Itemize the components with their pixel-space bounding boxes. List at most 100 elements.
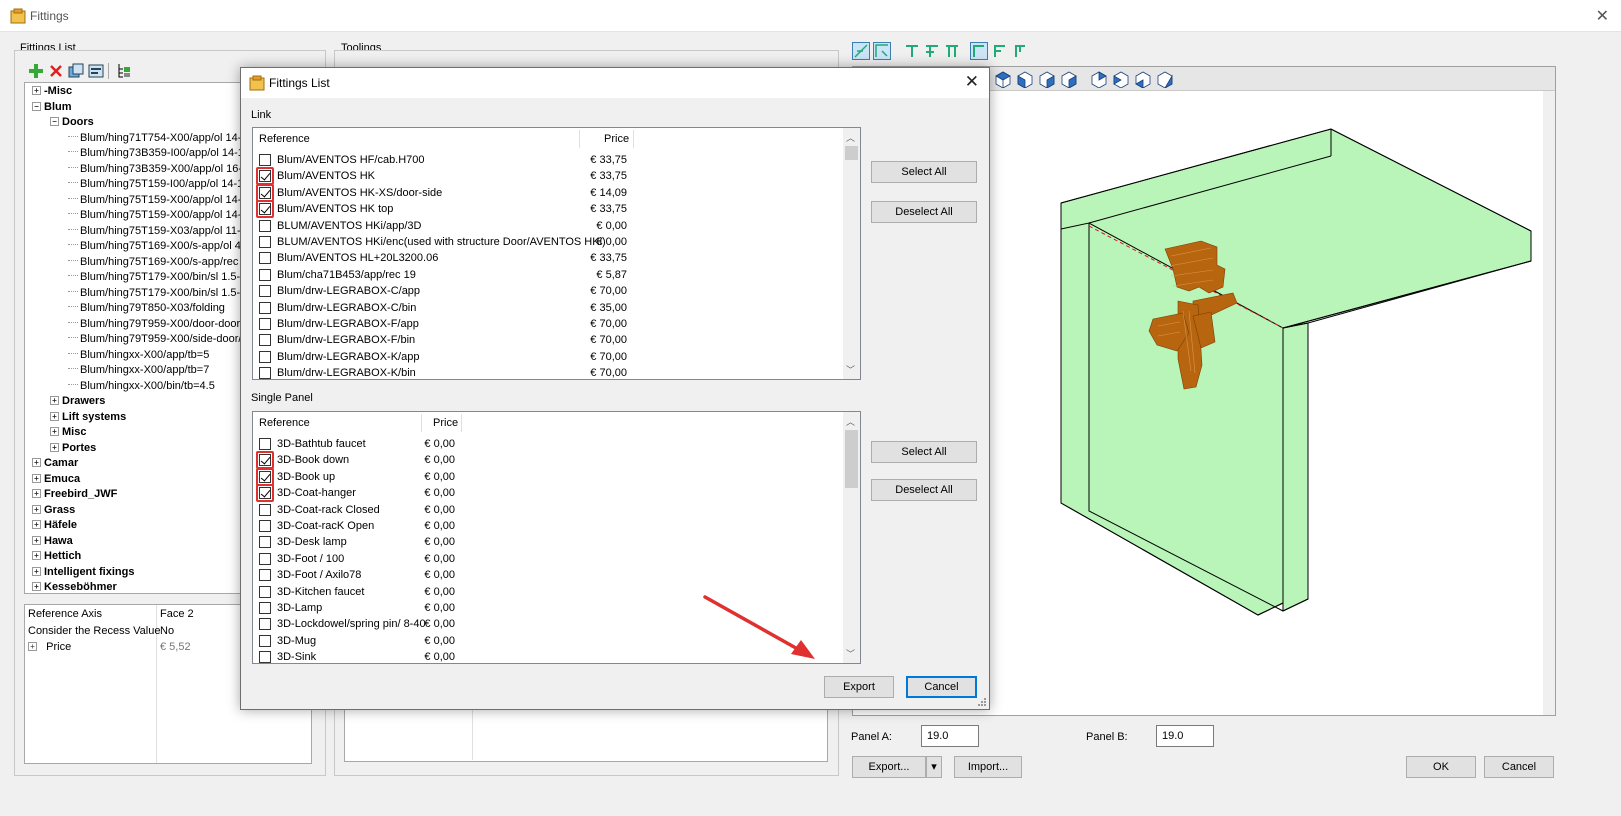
tree-node[interactable]: Blum/hing75T179-X00/bin/sl 1.5-3 [68,269,246,285]
expand-icon[interactable]: + [32,520,41,529]
tree-node[interactable]: + Misc [50,424,86,440]
list-item[interactable]: Blum/cha71B453/app/rec 19 € 5,87 [253,267,843,283]
tree-node[interactable]: + Camar [32,455,78,471]
list-item[interactable]: Blum/AVENTOS HK € 33,75 [253,168,843,184]
single-list-scrollbar[interactable]: ︿ ﹀ [843,412,860,663]
fitting-mode-a-icon[interactable] [852,42,870,60]
single-col-reference[interactable]: Reference [259,412,310,434]
list-item-checkbox[interactable] [259,585,271,598]
panel-a-input[interactable]: 19.0 [921,725,979,747]
expand-icon[interactable]: + [50,396,59,405]
list-item[interactable]: Blum/AVENTOS HK top € 33,75 [253,201,843,217]
list-item-checkbox[interactable] [259,438,271,450]
list-item-checkbox[interactable] [259,252,271,265]
link-list[interactable]: Reference Price ︿ ﹀ Blum/AVENTOS HF/cab.… [252,127,861,380]
joint-l2-icon[interactable] [992,43,1008,59]
expand-icon[interactable]: + [32,489,41,498]
expand-icon[interactable]: + [32,86,41,95]
expand-icon[interactable]: + [32,535,41,545]
window-close-icon[interactable]: ✕ [1596,6,1609,26]
tree-node[interactable]: + Hawa [32,533,73,549]
list-item[interactable]: 3D-Desk lamp € 0,00 [253,534,843,550]
list-item[interactable]: Blum/drw-LEGRABOX-K/app € 70,00 [253,349,843,365]
list-item-checkbox[interactable] [259,618,271,631]
tree-node[interactable]: Blum/hing75T159-X00/app/ol 14-1 [68,192,248,208]
expand-icon[interactable]: + [50,427,59,436]
main-import-button[interactable]: Import... [954,756,1022,778]
tree-node[interactable]: + Drawers [50,393,105,409]
tree-node[interactable]: Blum/hing75T169-X00/s-app/ol 4. [68,238,244,254]
main-cancel-button[interactable]: Cancel [1484,756,1554,778]
tree-node[interactable]: Blum/hing75T159-X00/app/ol 14-1 [68,207,248,223]
collapse-icon[interactable]: − [32,101,41,111]
joint-t2-icon[interactable] [924,43,940,59]
joint-l-icon[interactable] [970,42,988,60]
link-deselect-all-button[interactable]: Deselect All [871,201,977,223]
list-item-checkbox[interactable] [259,301,271,314]
dialog-close-icon[interactable]: ✕ [965,72,979,92]
single-col-price[interactable]: Price [433,412,458,434]
property-value[interactable]: Face 2 [160,606,194,622]
list-item-checkbox[interactable] [259,350,271,363]
fitting-mode-b-icon[interactable] [873,42,891,60]
tree-node[interactable]: + Hettich [32,548,81,564]
add-icon[interactable] [28,63,44,79]
list-item-checkbox[interactable] [259,219,271,232]
list-item-checkbox[interactable] [259,367,271,379]
list-item-checkbox[interactable] [259,520,271,532]
tree-node[interactable]: − Doors [50,114,94,130]
link-col-price[interactable]: Price [604,128,629,150]
expand-icon[interactable]: + [32,582,41,591]
list-item-checkbox[interactable] [259,268,271,281]
expand-icon[interactable]: + [32,551,41,560]
list-item-checkbox[interactable] [259,503,271,516]
list-item[interactable]: Blum/AVENTOS HK-XS/door-side € 14,09 [253,185,843,201]
list-item[interactable]: Blum/AVENTOS HF/cab.H700 € 33,75 [253,152,843,168]
expand-icon[interactable]: + [50,442,59,452]
single-deselect-all-button[interactable]: Deselect All [871,479,977,501]
list-item[interactable]: 3D-Book up € 0,00 [253,469,843,485]
view-cubes-icons[interactable] [993,70,1193,88]
tree-node[interactable]: + Kesseböhmer [32,579,117,595]
tree-node[interactable]: Blum/hingxx-X00/bin/tb=4.5 [68,378,215,394]
single-select-all-button[interactable]: Select All [871,441,977,463]
tree-node[interactable]: + Häfele [32,517,77,533]
tree-node[interactable]: Blum/hing79T959-X00/side-door/s [68,331,247,347]
tree-node[interactable]: + -Misc [32,83,72,99]
tree-node[interactable]: − Blum [32,99,72,115]
list-item[interactable]: 3D-Coat-racK Open € 0,00 [253,518,843,534]
tree-node[interactable]: Blum/hing71T754-X00/app/ol 14-3 [68,130,248,146]
list-item-checkbox[interactable] [259,552,271,565]
tree-node[interactable]: Blum/hing75T159-I00/app/ol 14-1 [68,176,243,192]
link-list-scrollbar[interactable]: ︿ ﹀ [843,128,860,379]
joint-t-icon[interactable] [904,43,920,59]
dialog-cancel-button[interactable]: Cancel [906,676,977,698]
list-item-checkbox[interactable] [259,569,271,582]
tree-node[interactable]: Blum/hing79T850-X03/folding [68,300,225,316]
collapse-icon[interactable]: − [50,117,59,126]
joint-t3-icon[interactable] [944,43,960,59]
list-item[interactable]: 3D-Book down € 0,00 [253,452,843,468]
tree-node[interactable]: Blum/hing75T159-X03/app/ol 11-1 [68,223,247,239]
tree-node[interactable]: Blum/hing75T179-X00/bin/sl 1.5-3 [68,285,246,301]
list-item-checkbox[interactable] [259,602,271,614]
tree-export-icon[interactable] [116,63,132,79]
list-item[interactable]: 3D-Foot / Axilo78 € 0,00 [253,567,843,583]
link-col-reference[interactable]: Reference [259,128,310,150]
list-item[interactable]: BLUM/AVENTOS HKi/enc(used with structure… [253,234,843,250]
link-select-all-button[interactable]: Select All [871,161,977,183]
list-item[interactable]: Blum/drw-LEGRABOX-C/app € 70,00 [253,283,843,299]
expand-icon[interactable]: + [32,473,41,483]
delete-icon[interactable] [48,63,64,79]
tree-node[interactable]: Blum/hing73B359-I00/app/ol 14-1 [68,145,244,161]
list-item[interactable]: Blum/AVENTOS HL+20L3200.06 € 33,75 [253,250,843,266]
list-item-checkbox[interactable] [259,285,271,298]
list-item[interactable]: BLUM/AVENTOS HKi/app/3D € 0,00 [253,218,843,234]
panel-b-input[interactable]: 19.0 [1156,725,1214,747]
tree-node[interactable]: + Emuca [32,471,80,487]
list-item-checkbox[interactable] [259,236,271,248]
list-item-checkbox[interactable] [259,334,271,347]
export-dropdown-arrow[interactable]: ▾ [926,756,942,778]
list-item[interactable]: 3D-Foot / 100 € 0,00 [253,551,843,567]
tree-node[interactable]: Blum/hing73B359-X00/app/ol 16-2 [68,161,248,177]
